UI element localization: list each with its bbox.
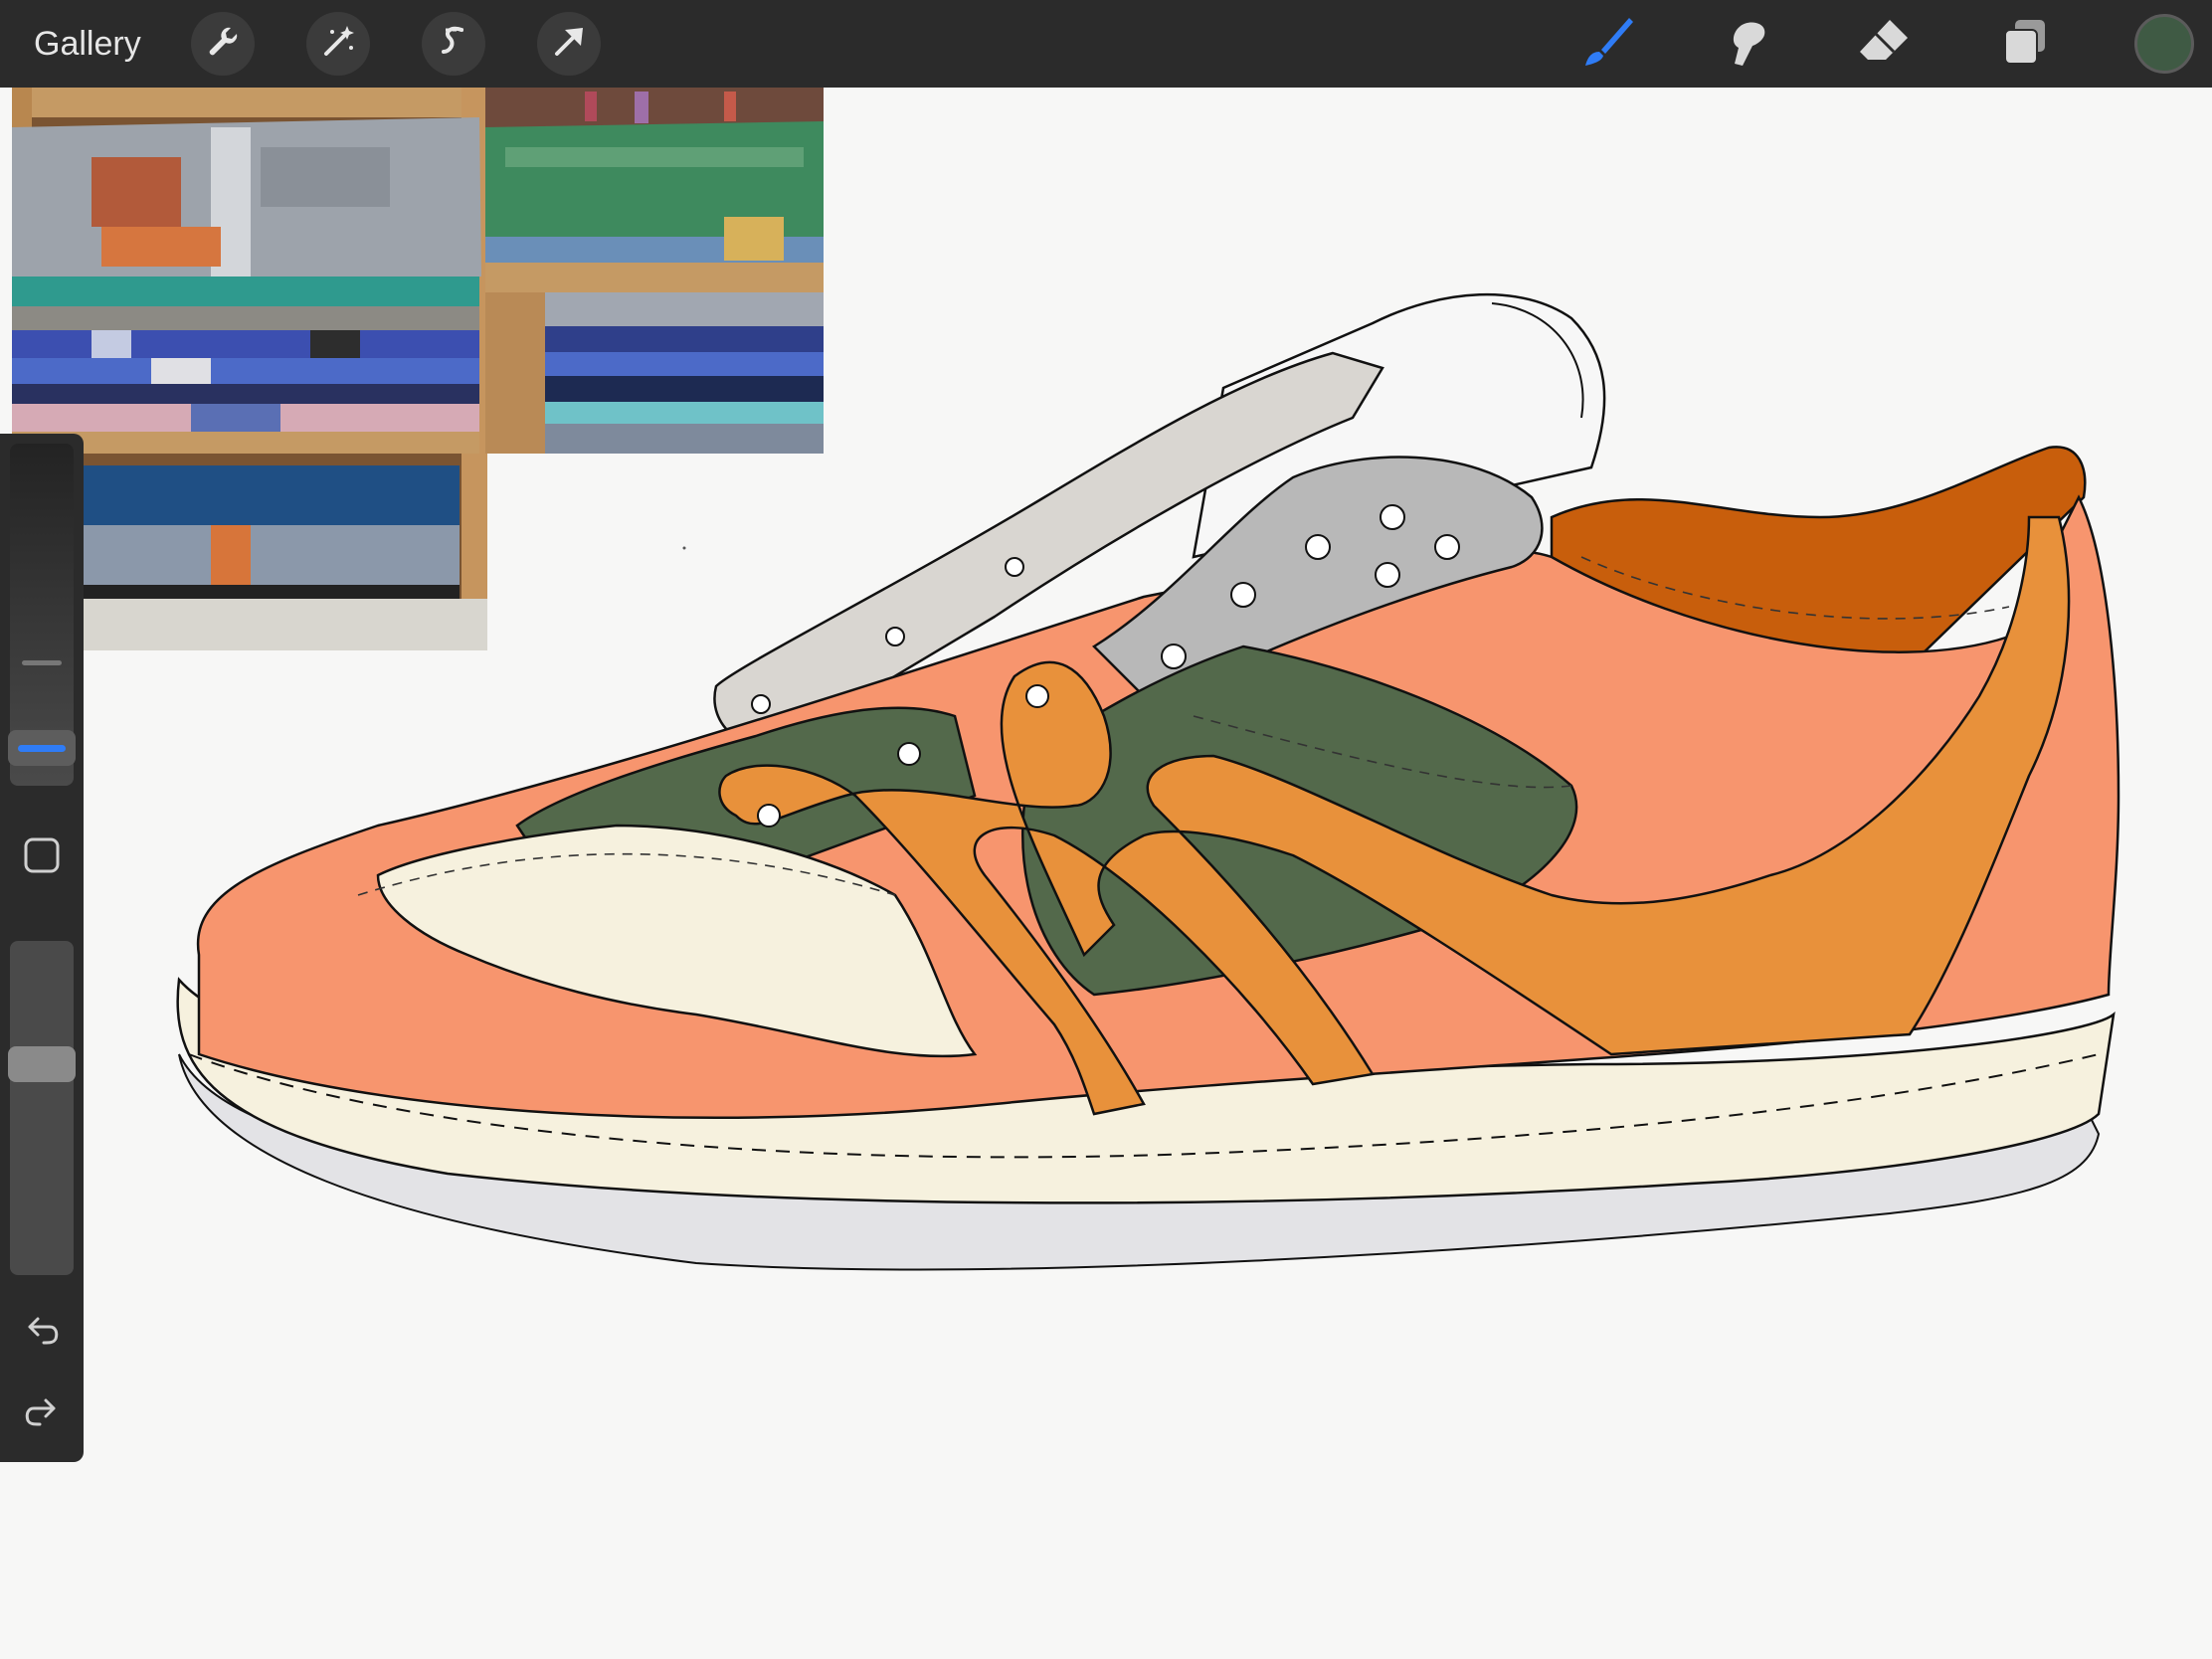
redo-icon (22, 1392, 62, 1437)
brush-size-slider-knob[interactable] (8, 730, 76, 766)
opacity-slider-knob[interactable] (8, 1046, 76, 1082)
sneaker-illustration (176, 292, 2120, 1271)
undo-button[interactable] (14, 1305, 70, 1361)
left-sidebar (0, 434, 84, 1462)
drawing-canvas[interactable] (0, 88, 2212, 1659)
opacity-slider[interactable] (10, 941, 74, 1275)
redo-button[interactable] (14, 1386, 70, 1442)
undo-icon (22, 1311, 62, 1356)
brush-size-active-indicator (18, 745, 66, 752)
modify-button[interactable] (14, 830, 70, 885)
square-modify-icon (22, 835, 62, 880)
brush-size-slider-mark (22, 660, 62, 665)
